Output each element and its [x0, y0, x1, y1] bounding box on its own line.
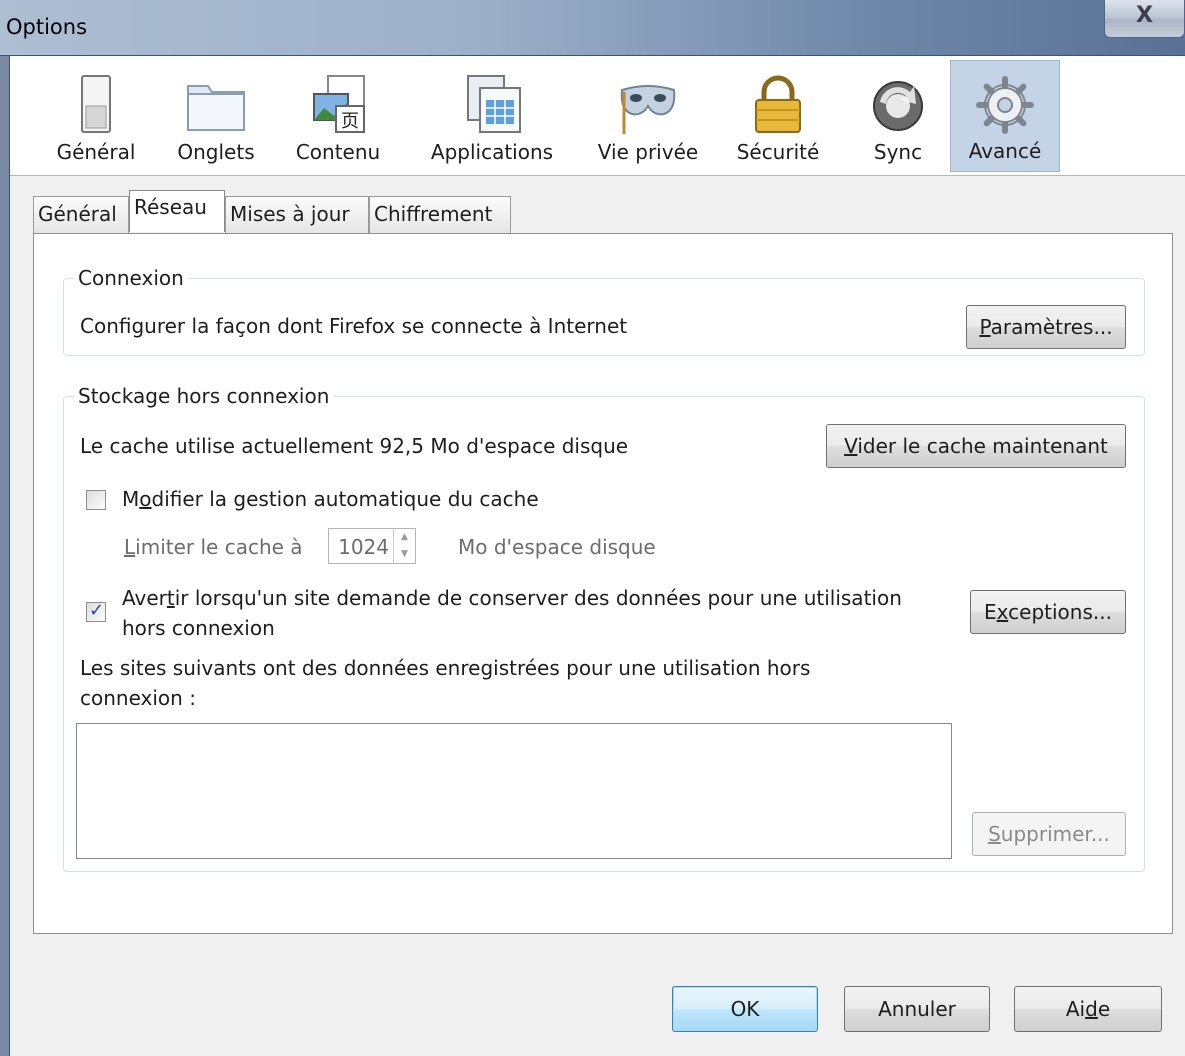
sync-arrows-icon — [873, 81, 923, 131]
tab-encryption[interactable]: Chiffrement — [369, 196, 511, 233]
pane-advanced[interactable]: Avancé — [950, 60, 1060, 172]
pane-privacy[interactable]: Vie privée — [588, 60, 708, 172]
privacy-mask-icon — [620, 85, 676, 134]
pane-label: Avancé — [968, 139, 1042, 163]
offline-storage-legend: Stockage hors connexion — [78, 384, 330, 408]
tab-label: Général — [38, 202, 117, 226]
pane-content[interactable]: 页 Contenu — [288, 60, 388, 172]
spin-up-icon[interactable]: ▲ — [394, 529, 415, 546]
help-button[interactable]: Aide — [1014, 986, 1162, 1032]
security-lock-icon — [755, 75, 801, 133]
svg-text:页: 页 — [341, 111, 359, 132]
cancel-button[interactable]: Annuler — [844, 986, 990, 1032]
cache-limit-value: 1024 — [338, 535, 389, 559]
pane-label: Sécurité — [736, 140, 820, 164]
warn-offline-label: Avertir lorsqu'un site demande de conser… — [122, 586, 902, 610]
tab-updates[interactable]: Mises à jour — [225, 196, 369, 233]
connection-settings-button[interactable]: Paramètres... — [966, 305, 1126, 349]
pane-general[interactable]: Général — [46, 60, 146, 172]
clear-cache-button[interactable]: Vider le cache maintenant — [826, 424, 1126, 468]
connection-description: Configurer la façon dont Firefox se conn… — [80, 314, 628, 338]
pane-label: Vie privée — [597, 140, 699, 164]
cache-limit-unit: Mo d'espace disque — [458, 535, 656, 559]
offline-sites-label: Les sites suivants ont des données enreg… — [80, 656, 811, 680]
ok-button[interactable]: OK — [672, 986, 818, 1032]
tab-label: Réseau — [134, 195, 207, 219]
remove-site-button[interactable]: Supprimer... — [972, 812, 1126, 856]
pane-label: Sync — [873, 140, 923, 164]
tab-panel-network: Connexion Configurer la façon dont Firef… — [33, 233, 1173, 934]
tab-label: Chiffrement — [374, 202, 493, 226]
warn-offline-checkbox[interactable]: ✓ — [86, 600, 106, 622]
checkmark-icon: ✓ — [89, 600, 105, 621]
tabs-folder-icon — [187, 85, 245, 131]
spinner-arrows[interactable]: ▲ ▼ — [393, 529, 415, 563]
close-button[interactable]: X — [1104, 0, 1185, 38]
pane-security[interactable]: Sécurité — [728, 60, 828, 172]
pane-sync[interactable]: Sync — [848, 60, 948, 172]
tab-network[interactable]: Réseau — [129, 190, 225, 232]
pane-label: Contenu — [295, 140, 381, 164]
window-frame — [0, 56, 10, 1056]
cache-limit-spinner[interactable]: 1024 ▲ ▼ — [328, 528, 416, 564]
advanced-gear-icon — [976, 76, 1034, 134]
spin-down-icon[interactable]: ▼ — [394, 546, 415, 563]
applications-window-icon — [467, 75, 521, 133]
pane-label: Général — [56, 140, 136, 164]
title-bar: Options X — [0, 0, 1185, 56]
offline-sites-label-line2: connexion : — [80, 686, 196, 710]
cache-limit-label: Limiter le cache à — [124, 535, 303, 559]
close-icon: X — [1136, 3, 1153, 28]
content-image-icon: 页 — [313, 75, 365, 133]
override-cache-label: Modifier la gestion automatique du cache — [122, 487, 539, 511]
pane-applications[interactable]: Applications — [418, 60, 566, 172]
pane-label: Applications — [430, 140, 554, 164]
cache-usage-text: Le cache utilise actuellement 92,5 Mo d'… — [80, 434, 629, 458]
pane-toolbar: Général Onglets 页 Contenu Applications V… — [10, 56, 1185, 176]
exceptions-button[interactable]: Exceptions... — [970, 590, 1126, 634]
warn-offline-label-line2: hors connexion — [122, 616, 275, 640]
pane-tabs[interactable]: Onglets — [166, 60, 266, 172]
connection-legend: Connexion — [78, 266, 184, 290]
pane-label: Onglets — [177, 140, 255, 164]
dialog-client: Général Onglets 页 Contenu Applications V… — [10, 56, 1185, 1056]
tab-general[interactable]: Général — [33, 196, 129, 233]
offline-sites-list[interactable] — [76, 723, 952, 859]
general-switch-icon — [81, 75, 111, 133]
override-cache-checkbox[interactable] — [86, 490, 106, 510]
tab-label: Mises à jour — [230, 202, 350, 226]
window-title: Options — [6, 15, 88, 39]
